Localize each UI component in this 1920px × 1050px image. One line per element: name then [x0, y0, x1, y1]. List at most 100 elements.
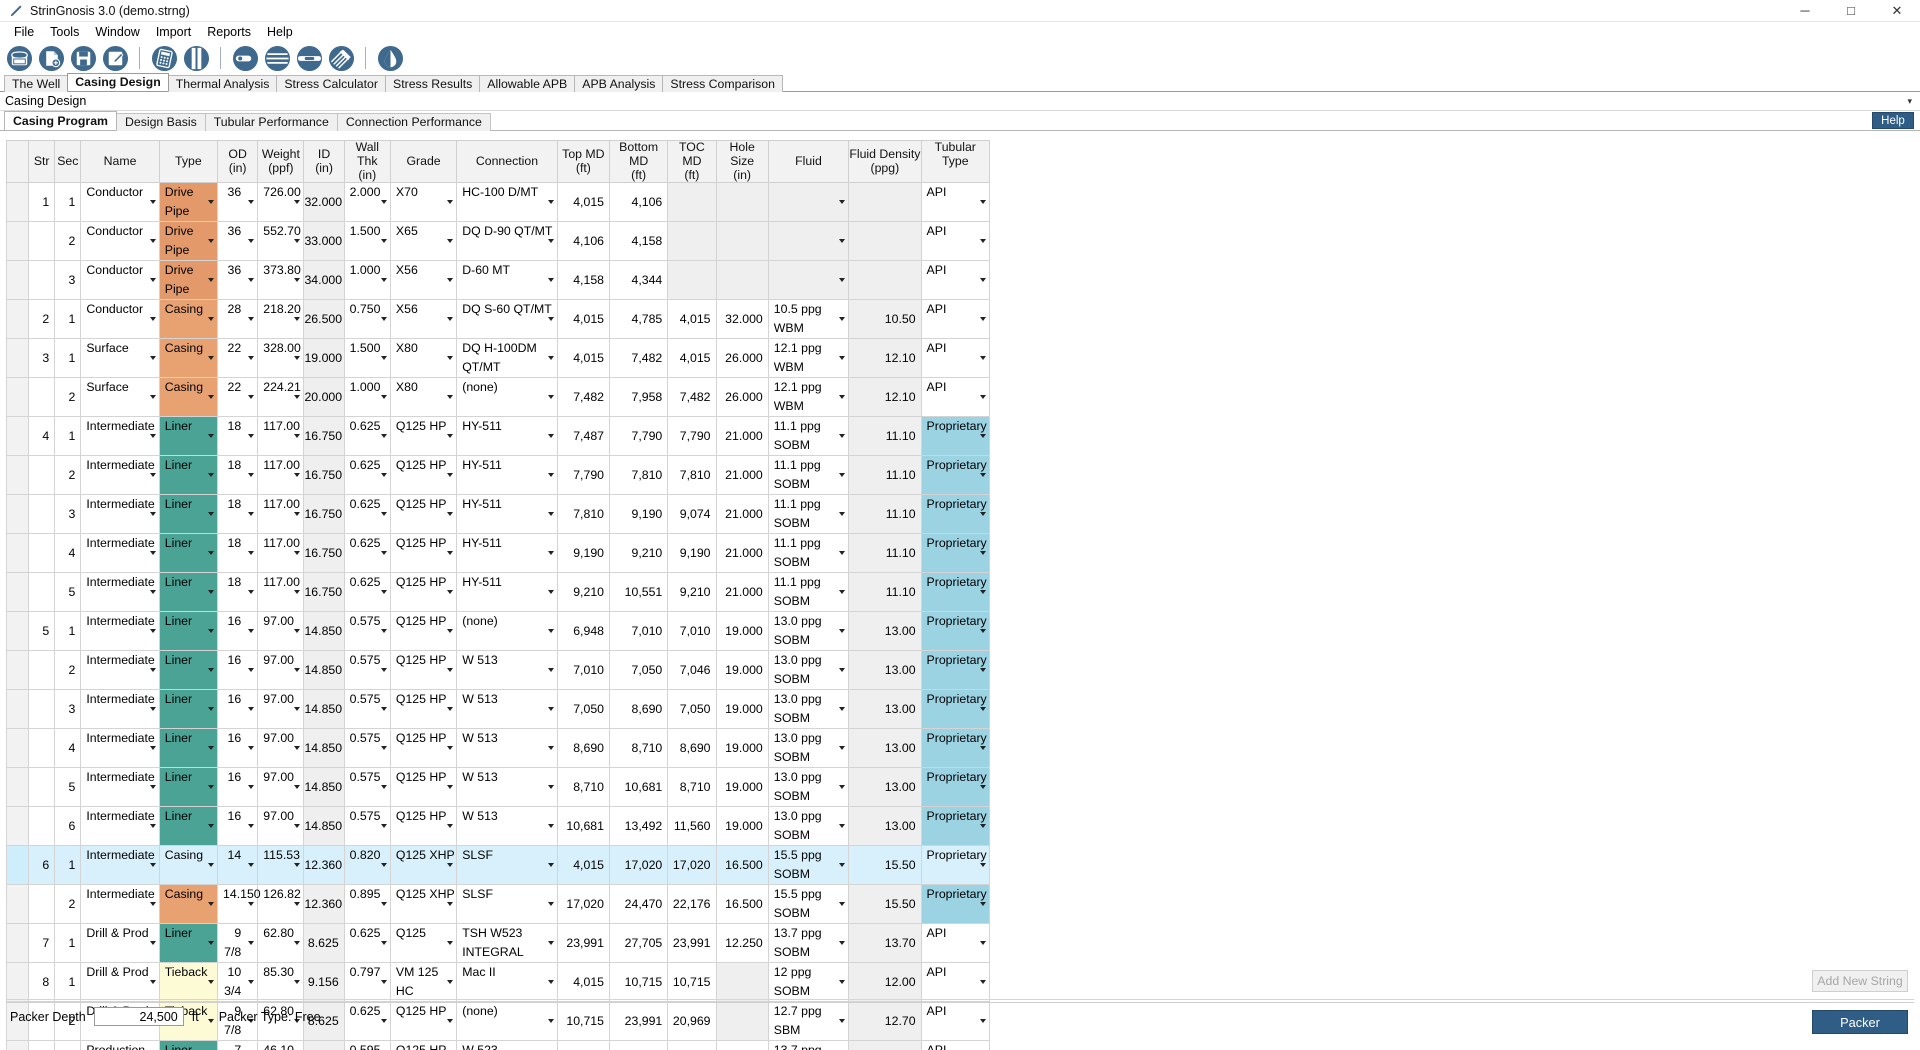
- cell-toc-md[interactable]: 4,015: [667, 338, 717, 379]
- col-bottom-md[interactable]: Bottom MD (ft): [608, 139, 669, 184]
- row-header-cell[interactable]: [5, 377, 30, 418]
- table-row[interactable]: 3 Intermediate Liner 16 97.00 14.850 0.575 Q125…: [5, 689, 991, 730]
- col-toc-md[interactable]: TOC MD (ft): [667, 139, 717, 184]
- cell-top-md[interactable]: 8,710: [556, 767, 611, 808]
- tab-apb-analysis[interactable]: APB Analysis: [574, 75, 664, 92]
- cell-hole-size[interactable]: 19.000: [715, 806, 769, 847]
- cell-bottom-md[interactable]: 4,344: [608, 260, 669, 301]
- cell-type[interactable]: Liner: [158, 533, 219, 574]
- cell-type[interactable]: Casing: [158, 299, 219, 340]
- cell-sec[interactable]: 1: [54, 416, 82, 457]
- cell-top-md[interactable]: 4,015: [556, 338, 611, 379]
- cell-od[interactable]: 18: [217, 494, 259, 535]
- cell-type[interactable]: Liner: [158, 1040, 219, 1050]
- cell-top-md[interactable]: 7,482: [556, 377, 611, 418]
- cell-top-md[interactable]: 7,810: [556, 494, 611, 535]
- cell-tubular-type[interactable]: Proprietary: [920, 416, 991, 457]
- cell-wall-thk[interactable]: 0.625: [343, 416, 391, 457]
- cell-str[interactable]: 2: [28, 299, 56, 340]
- cell-top-md[interactable]: 4,015: [556, 182, 611, 223]
- cell-type[interactable]: Liner: [158, 689, 219, 730]
- cell-type[interactable]: Drive Pipe: [158, 260, 219, 301]
- cell-tubular-type[interactable]: Proprietary: [920, 689, 991, 730]
- cell-connection[interactable]: (none): [456, 611, 558, 652]
- cell-sec[interactable]: 2: [54, 884, 82, 925]
- cell-wall-thk[interactable]: 0.575: [343, 806, 391, 847]
- cell-wall-thk[interactable]: 0.575: [343, 728, 391, 769]
- cell-str[interactable]: [28, 767, 56, 808]
- cell-name[interactable]: Intermediate: [80, 572, 160, 613]
- col-weight[interactable]: Weight (ppf): [257, 139, 305, 184]
- cell-bottom-md[interactable]: 7,050: [608, 650, 669, 691]
- cell-hole-size[interactable]: 12.250: [715, 923, 769, 964]
- cell-toc-md[interactable]: 23,991: [667, 923, 717, 964]
- col-type[interactable]: Type: [158, 139, 219, 184]
- cell-name[interactable]: Intermediate: [80, 494, 160, 535]
- cell-od[interactable]: 28: [217, 299, 259, 340]
- cell-od[interactable]: 16: [217, 689, 259, 730]
- cell-str[interactable]: [28, 689, 56, 730]
- cell-wall-thk[interactable]: 0.750: [343, 299, 391, 340]
- cell-weight[interactable]: 97.00: [257, 689, 305, 730]
- cell-bottom-md[interactable]: 7,958: [608, 377, 669, 418]
- table-row[interactable]: 8 1 Drill & Prod Tieback 10 3/4 85.30 9.156 0.7…: [5, 962, 991, 1003]
- cell-str[interactable]: 6: [28, 845, 56, 886]
- cell-fluid[interactable]: [767, 221, 850, 262]
- cell-sec[interactable]: 2: [54, 455, 82, 496]
- cell-connection[interactable]: TSH W523 INTEGRAL: [456, 923, 558, 964]
- cell-str[interactable]: 9: [28, 1040, 56, 1050]
- cell-connection[interactable]: HY-511: [456, 533, 558, 574]
- cell-wall-thk[interactable]: 2.000: [343, 182, 391, 223]
- cell-toc-md[interactable]: 9,190: [667, 533, 717, 574]
- cell-top-md[interactable]: 7,487: [556, 416, 611, 457]
- cell-toc-md[interactable]: 8,690: [667, 728, 717, 769]
- cell-weight[interactable]: 373.80: [257, 260, 305, 301]
- cell-hole-size[interactable]: [715, 962, 769, 1003]
- cell-grade[interactable]: Q125 HP: [389, 1040, 458, 1050]
- cell-fluid[interactable]: 15.5 ppg SOBM: [767, 884, 850, 925]
- tab-stress-comparison[interactable]: Stress Comparison: [662, 75, 783, 92]
- cell-od[interactable]: 18: [217, 455, 259, 496]
- cell-connection[interactable]: W 513: [456, 728, 558, 769]
- cell-hole-size[interactable]: [715, 221, 769, 262]
- table-row[interactable]: 2 Surface Casing 22 224.21 20.000 1.000 X80 (non…: [5, 377, 991, 418]
- tab-stress-results[interactable]: Stress Results: [385, 75, 481, 92]
- cell-grade[interactable]: X80: [389, 377, 458, 418]
- cell-connection[interactable]: SLSF: [456, 884, 558, 925]
- table-row[interactable]: 5 1 Intermediate Liner 16 97.00 14.850 0.575 Q12…: [5, 611, 991, 652]
- cell-tubular-type[interactable]: API: [920, 962, 991, 1003]
- cell-top-md[interactable]: 7,050: [556, 689, 611, 730]
- cell-str[interactable]: 3: [28, 338, 56, 379]
- row-header-cell[interactable]: [5, 299, 30, 340]
- cell-weight[interactable]: 117.00: [257, 494, 305, 535]
- cell-type[interactable]: Casing: [158, 845, 219, 886]
- cell-str[interactable]: 7: [28, 923, 56, 964]
- cell-hole-size[interactable]: 16.500: [715, 845, 769, 886]
- cell-weight[interactable]: 328.00: [257, 338, 305, 379]
- cell-fluid[interactable]: 15.5 ppg SOBM: [767, 845, 850, 886]
- cell-sec[interactable]: 1: [54, 299, 82, 340]
- cell-str[interactable]: [28, 455, 56, 496]
- table-row[interactable]: 2 Intermediate Liner 18 117.00 16.750 0.625 Q12…: [5, 455, 991, 496]
- cell-weight[interactable]: 85.30: [257, 962, 305, 1003]
- cell-name[interactable]: Intermediate: [80, 806, 160, 847]
- cell-grade[interactable]: Q125 HP: [389, 455, 458, 496]
- cell-name[interactable]: Intermediate: [80, 767, 160, 808]
- cell-weight[interactable]: 117.00: [257, 416, 305, 457]
- cell-connection[interactable]: HY-511: [456, 416, 558, 457]
- cell-name[interactable]: Intermediate: [80, 845, 160, 886]
- cell-grade[interactable]: X65: [389, 221, 458, 262]
- cell-type[interactable]: Liner: [158, 806, 219, 847]
- cell-tubular-type[interactable]: API: [920, 1040, 991, 1050]
- cell-tubular-type[interactable]: API: [920, 221, 991, 262]
- packer-depth-input[interactable]: [93, 1007, 184, 1026]
- cell-sec[interactable]: 6: [54, 806, 82, 847]
- row-header-cell[interactable]: [5, 689, 30, 730]
- cell-weight[interactable]: 117.00: [257, 455, 305, 496]
- cell-name[interactable]: Conductor: [80, 260, 160, 301]
- cell-name[interactable]: Drill & Prod: [80, 923, 160, 964]
- cell-connection[interactable]: W 523: [456, 1040, 558, 1050]
- col-fluid[interactable]: Fluid: [767, 139, 850, 184]
- fluid-drop-icon[interactable]: [375, 43, 405, 73]
- cell-hole-size[interactable]: 21.000: [715, 416, 769, 457]
